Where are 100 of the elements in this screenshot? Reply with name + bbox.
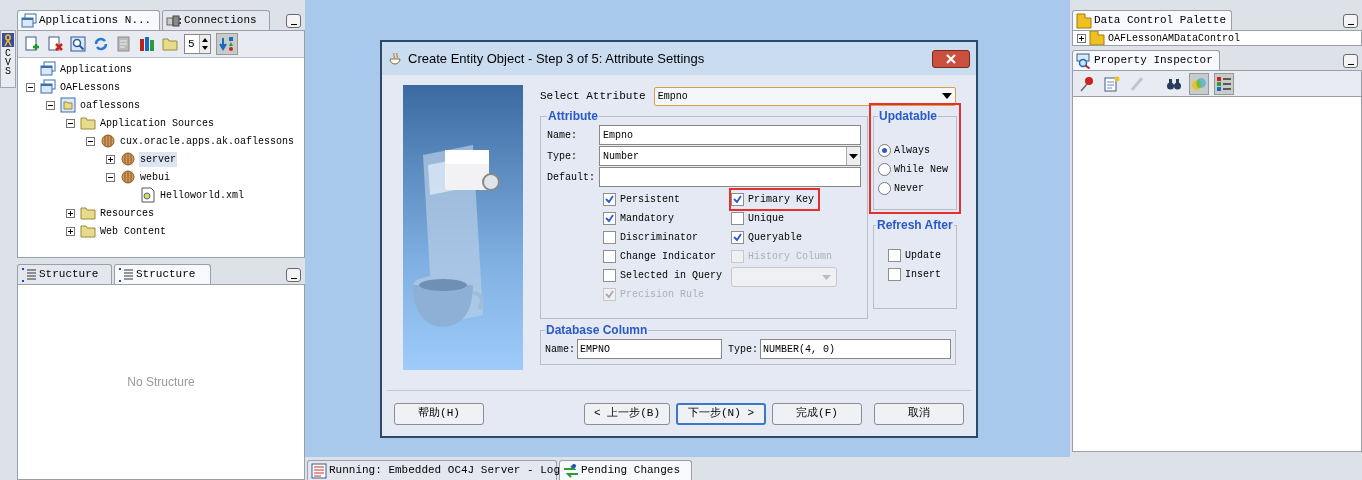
spheres-icon (1191, 75, 1207, 92)
search-icon (70, 36, 86, 52)
dialog-button[interactable]: 下一步(N) > (676, 402, 766, 425)
toolbar-button[interactable] (138, 34, 156, 54)
tree-item[interactable]: Resources (99, 205, 155, 221)
panel-tab[interactable]: Data Control Palette (1072, 10, 1232, 30)
expand-icon[interactable] (105, 154, 115, 164)
tree-item[interactable]: Application Sources (99, 115, 216, 131)
panel-tab[interactable]: Applications N... (17, 10, 160, 30)
tree-item[interactable]: server (139, 151, 177, 167)
panel-tab[interactable]: Running: Embedded OC4J Server - Log (307, 460, 557, 480)
collapse-icon[interactable] (25, 82, 35, 92)
books-icon (139, 36, 155, 52)
field-label: Type: (728, 342, 759, 357)
caret-icon (942, 93, 952, 99)
tree-list-icon (21, 266, 37, 283)
checkbox[interactable] (888, 268, 901, 281)
panel-tab[interactable]: Pending Changes (559, 460, 692, 480)
xml-file-icon (140, 187, 156, 203)
list-icon (1216, 75, 1232, 92)
refresh-icon (93, 36, 109, 52)
radio-button[interactable] (878, 144, 891, 157)
windows-icon (40, 79, 56, 95)
expand-icon[interactable] (65, 226, 75, 236)
checkbox-label: Primary Key (748, 193, 814, 207)
number-spinner[interactable]: 5 (184, 34, 211, 54)
panel-tab[interactable]: Connections (162, 10, 270, 30)
minimize-button[interactable] (286, 268, 301, 282)
tree-item[interactable]: cux.oracle.apps.ak.oaflessons (119, 133, 296, 149)
folder-icon (80, 223, 96, 239)
close-button[interactable] (932, 49, 970, 68)
windows-icon (21, 12, 37, 29)
tree-item[interactable]: oaflessons (79, 97, 141, 113)
side-tab[interactable]: CVS (0, 30, 16, 88)
radio-button[interactable] (878, 182, 891, 195)
tree-item[interactable]: Helloworld.xml (159, 187, 245, 203)
checkbox-label: Mandatory (620, 212, 674, 226)
sort-button[interactable] (216, 33, 238, 55)
field-label: Type: (547, 149, 578, 164)
attribute-dropdown[interactable]: Empno (653, 86, 956, 106)
tree-item[interactable]: Web Content (99, 223, 167, 239)
checkbox[interactable] (731, 231, 744, 244)
toolbar-button[interactable] (1214, 72, 1234, 95)
checkbox[interactable] (888, 249, 901, 262)
sort-icon (219, 36, 235, 52)
text-field[interactable] (599, 167, 861, 187)
delete-file-icon (47, 36, 63, 52)
field-label: Select Attribute (540, 88, 646, 104)
panel-tab[interactable]: Structure (17, 264, 112, 284)
minimize-button[interactable] (1343, 14, 1358, 28)
checkbox[interactable] (603, 231, 616, 244)
minimize-button[interactable] (286, 14, 301, 28)
checkbox-label: Queryable (748, 231, 802, 245)
tree-item[interactable]: OAFLessons (59, 79, 121, 95)
dialog-button[interactable]: 完成(F) (772, 402, 862, 425)
pencil-icon (1129, 75, 1145, 92)
package-icon (120, 151, 136, 167)
field-label: Default: (547, 170, 596, 185)
collapse-icon[interactable] (65, 118, 75, 128)
collapse-icon[interactable] (45, 100, 55, 110)
checkbox-label: Unique (748, 212, 784, 226)
collapse-icon[interactable] (105, 172, 115, 182)
dialog-button[interactable]: 帮助(H) (394, 402, 484, 425)
folder-icon (80, 205, 96, 221)
toolbar-button[interactable] (46, 34, 64, 54)
checkbox[interactable] (731, 212, 744, 225)
tree-item[interactable]: webui (139, 169, 171, 185)
empty-message: No Structure (127, 374, 195, 391)
collapse-icon[interactable] (85, 136, 95, 146)
text-field[interactable]: EMPNO (577, 339, 722, 359)
type-dropdown[interactable]: Number (599, 146, 861, 166)
group-title: Refresh After (876, 217, 954, 234)
checkbox-label: Insert (905, 268, 941, 282)
coffee-cup-icon (388, 50, 404, 67)
group-title: Updatable (878, 108, 938, 125)
dialog-button[interactable]: 取消 (874, 402, 964, 425)
radio-button[interactable] (878, 163, 891, 176)
minimize-button[interactable] (1343, 54, 1358, 68)
checkbox[interactable] (603, 212, 616, 225)
panel-tab[interactable]: Property Inspector (1072, 50, 1220, 70)
side-tab-label: CVS (4, 49, 12, 76)
tree-item[interactable]: Applications (59, 61, 133, 77)
expand-icon[interactable] (65, 208, 75, 218)
checkbox-label: Selected in Query (620, 269, 723, 283)
caret-icon (822, 274, 831, 280)
package-icon (120, 169, 136, 185)
text-field[interactable]: NUMBER(4, 0) (760, 339, 951, 359)
radio-label: While New (894, 163, 948, 177)
expand-icon[interactable] (1077, 33, 1086, 43)
text-field[interactable]: Empno (599, 125, 861, 145)
panel-tab[interactable]: Structure (114, 264, 211, 284)
checkbox[interactable] (603, 250, 616, 263)
caret-icon (849, 153, 858, 159)
dialog-button[interactable]: < 上一步(B) (584, 402, 670, 425)
field-label: Name: (547, 128, 578, 143)
toolbar-button[interactable] (69, 34, 87, 54)
close-icon (946, 53, 956, 64)
checkbox[interactable] (603, 269, 616, 282)
checkbox[interactable] (731, 193, 744, 206)
checkbox[interactable] (603, 193, 616, 206)
